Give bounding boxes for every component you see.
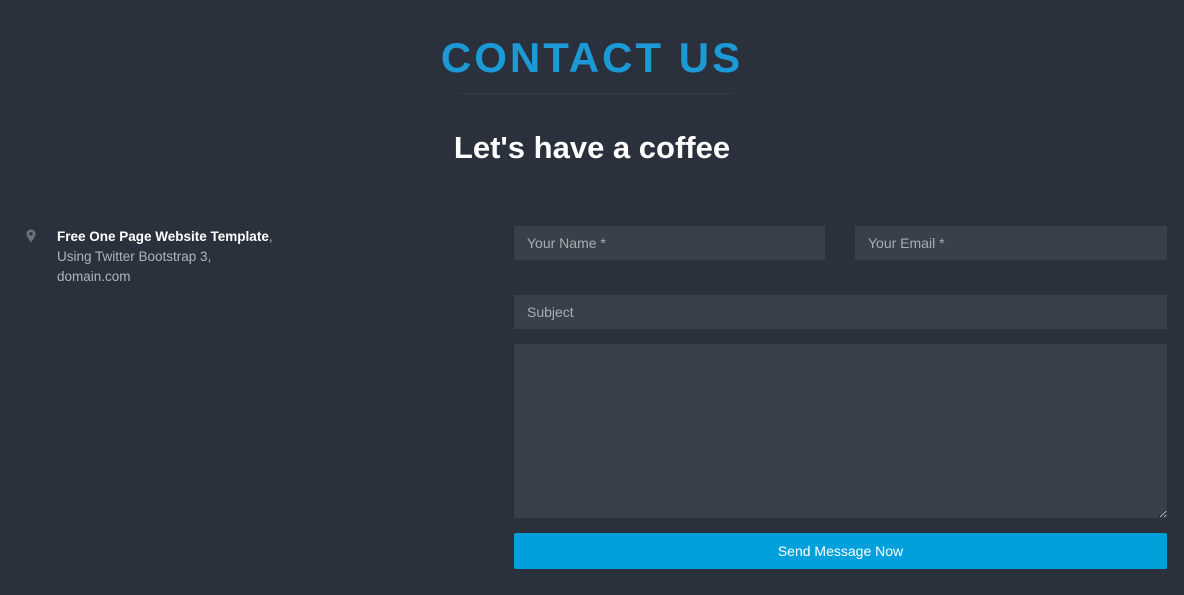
address-comma: , xyxy=(268,229,273,244)
map-marker-icon xyxy=(26,229,36,243)
contact-section: CONTACT US Let's have a coffee Free One … xyxy=(0,0,1184,595)
address-text: Free One Page Website Template, Using Tw… xyxy=(57,227,317,287)
message-textarea[interactable] xyxy=(514,344,1167,518)
section-title: CONTACT US xyxy=(440,34,744,81)
name-input[interactable] xyxy=(514,226,825,260)
email-input[interactable] xyxy=(855,226,1167,260)
address-line-3: domain.com xyxy=(57,269,131,284)
section-subtitle: Let's have a coffee xyxy=(453,130,731,165)
address-line-2: Using Twitter Bootstrap 3, xyxy=(57,249,212,264)
subject-input[interactable] xyxy=(514,295,1167,329)
send-message-button[interactable]: Send Message Now xyxy=(514,533,1167,569)
title-divider xyxy=(460,93,734,94)
address-company: Free One Page Website Template xyxy=(57,229,269,244)
address-line-1: Free One Page Website Template, xyxy=(57,227,317,247)
